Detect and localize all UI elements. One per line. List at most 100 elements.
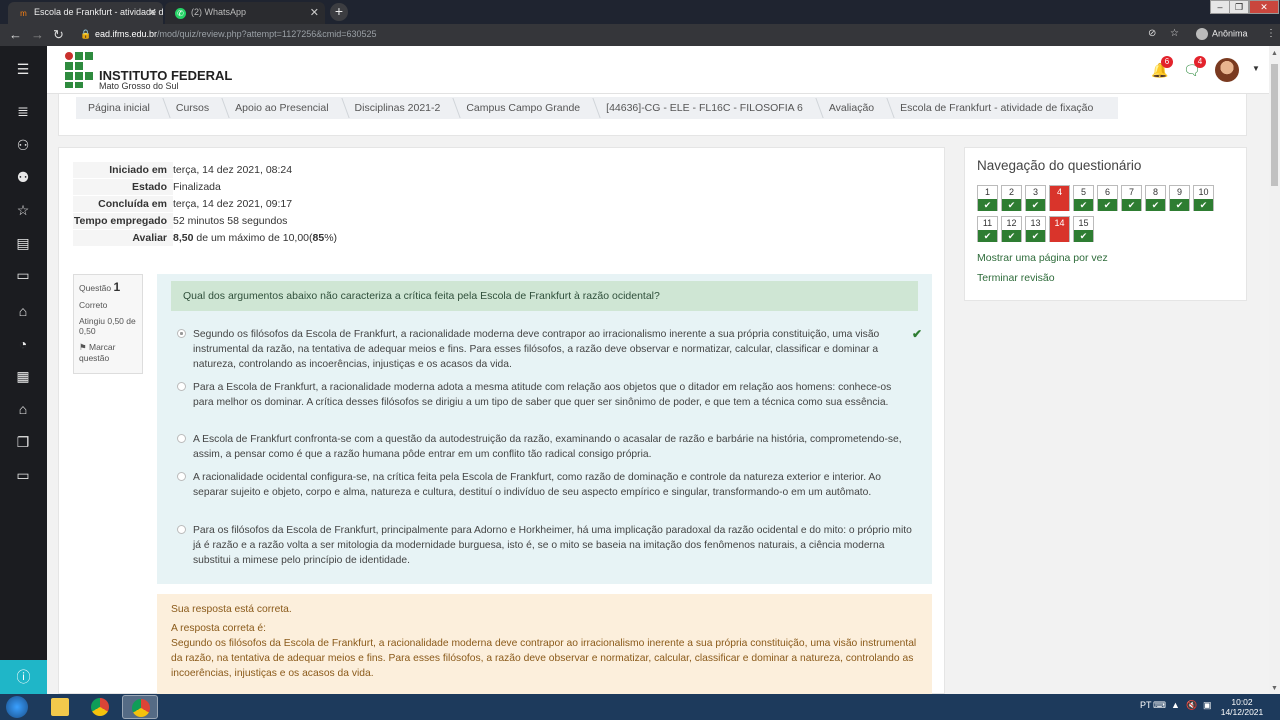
breadcrumb-item[interactable]: Campus Campo Grande [453,102,593,114]
volume-muted-icon[interactable]: 🔇 [1186,700,1197,711]
reload-icon[interactable]: ↻ [53,27,64,43]
windows-start-icon[interactable] [6,696,28,718]
show-one-page-link[interactable]: Mostrar uma página por vez [977,252,1108,264]
folder-icon[interactable]: ▭ [14,266,32,284]
question-nav-button[interactable]: 1 ✔ [977,185,998,211]
profile-button[interactable]: Anônima [1196,28,1248,40]
question-nav-button[interactable]: 10 ✔ [1193,185,1214,211]
radio-button[interactable] [177,434,186,443]
file-explorer-taskbar-button[interactable] [42,695,78,719]
lock-icon[interactable]: 🔒 [80,29,91,40]
chrome-incognito-taskbar-button[interactable] [122,695,158,719]
dashboard-icon[interactable]: ◔ [14,335,32,353]
browser-tab-active[interactable]: m Escola de Frankfurt - atividade d ✕ [8,2,163,24]
incognito-icon [1196,28,1208,40]
windows-taskbar: PT ⌨ ▲ 🔇 ▣ 10:02 14/12/2021 [0,694,1280,720]
show-hidden-icons-icon[interactable]: ▲ [1171,700,1180,710]
list-icon[interactable]: ≣ [14,102,32,120]
answer-option[interactable]: A racionalidade ocidental configura-se, … [177,470,912,500]
summary-value: Finalizada [173,178,931,196]
keyboard-icon[interactable]: ⌨ [1153,700,1166,711]
radio-button[interactable] [177,472,186,481]
avatar[interactable] [1215,58,1239,82]
radio-button-selected[interactable] [177,329,186,338]
browser-menu-icon[interactable]: ⋮ [1266,28,1276,39]
question-nav-button[interactable]: 9 ✔ [1169,185,1190,211]
question-nav-button[interactable]: 2 ✔ [1001,185,1022,211]
question-nav-button[interactable]: 5 ✔ [1073,185,1094,211]
restore-button[interactable]: ❐ [1229,0,1249,14]
breadcrumb-item[interactable]: [44636]-CG - ELE - FL16C - FILOSOFIA 6 [593,102,816,114]
scrollbar-thumb[interactable] [1271,64,1278,186]
answer-text: Segundo os filósofos da Escola de Frankf… [193,329,880,370]
hamburger-menu-icon[interactable]: ☰ [14,60,32,78]
graduation-cap-icon[interactable]: ⌂ [14,400,32,418]
tab-close-icon[interactable]: ✕ [310,6,319,19]
bookmark-star-icon[interactable]: ☆ [1170,28,1179,39]
question-nav-number: 10 [1198,187,1209,197]
folder-icon[interactable]: ▭ [14,466,32,484]
radio-button[interactable] [177,382,186,391]
address-bar: ← → ↻ 🔒 ead.ifms.edu.br/mod/quiz/review.… [0,24,1280,46]
breadcrumb-item[interactable]: Cursos [163,102,222,114]
home-icon[interactable]: ⌂ [14,302,32,320]
scroll-down-icon[interactable]: ▼ [1271,685,1278,692]
browser-tab-whatsapp[interactable]: ✆ (2) WhatsApp ✕ [165,2,325,24]
answer-text: Para os filósofos da Escola de Frankfurt… [193,525,912,566]
accessibility-button[interactable]: ⓘ [0,660,47,694]
scroll-up-icon[interactable]: ▲ [1271,50,1278,57]
page-scrollbar[interactable]: ▲ ▼ [1269,46,1280,694]
book-icon[interactable]: ▤ [14,234,32,252]
network-icon[interactable]: ▣ [1203,700,1212,711]
tab-close-icon[interactable]: ✕ [148,6,157,19]
taskbar-clock[interactable]: 10:02 14/12/2021 [1220,697,1264,717]
answer-text: A Escola de Frankfurt confronta-se com a… [193,434,902,460]
breadcrumb: Página inicial Cursos Apoio ao Presencia… [76,97,1119,119]
answer-option[interactable]: Segundo os filósofos da Escola de Frankf… [177,327,922,372]
flag-question-button[interactable]: ⚑ Marcar questão [79,342,137,363]
question-nav-button[interactable]: 3 ✔ [1025,185,1046,211]
language-indicator[interactable]: PT [1140,700,1152,710]
grade-max: de um máximo de 10,00( [193,232,313,244]
question-nav-button[interactable]: 8 ✔ [1145,185,1166,211]
question-nav-number: 2 [1008,187,1014,197]
new-tab-button[interactable]: + [330,3,348,21]
chrome-taskbar-button[interactable] [82,695,118,719]
finish-review-link[interactable]: Terminar revisão [977,272,1055,284]
minimize-button[interactable]: – [1210,0,1230,14]
folder-icon [51,698,69,716]
files-icon[interactable]: ❐ [14,433,32,451]
ifms-logo-icon[interactable] [65,52,95,88]
tab-title: Escola de Frankfurt - atividade d [34,7,163,17]
answer-option[interactable]: Para os filósofos da Escola de Frankfurt… [177,523,912,568]
breadcrumb-item[interactable]: Apoio ao Presencial [222,102,341,114]
question-nav-button[interactable]: 15 ✔ [1073,216,1094,242]
radio-button[interactable] [177,525,186,534]
correct-answer-text: Segundo os filósofos da Escola de Frankf… [171,638,917,679]
correct-check-icon: ✔ [978,230,997,242]
tracking-eye-off-icon[interactable]: ⊘ [1148,28,1156,39]
question-nav-button[interactable]: 4 [1049,185,1070,211]
breadcrumb-item[interactable]: Página inicial [88,102,163,114]
question-nav-button[interactable]: 11 ✔ [977,216,998,242]
question-nav-button[interactable]: 13 ✔ [1025,216,1046,242]
question-nav-number: 11 [982,218,993,228]
star-icon[interactable]: ☆ [14,201,32,219]
question-nav-button[interactable]: 7 ✔ [1121,185,1142,211]
chevron-down-icon[interactable]: ▼ [1252,64,1260,73]
question-nav-button[interactable]: 14 [1049,216,1070,242]
breadcrumb-item[interactable]: Escola de Frankfurt - atividade de fixaç… [887,102,1106,114]
breadcrumb-item[interactable]: Avaliação [816,102,887,114]
answer-option[interactable]: A Escola de Frankfurt confronta-se com a… [177,432,912,462]
users-icon[interactable]: ⚇ [14,136,32,154]
question-nav-button[interactable]: 12 ✔ [1001,216,1022,242]
window-close-button[interactable]: ✕ [1249,0,1279,14]
url-field[interactable]: ead.ifms.edu.br/mod/quiz/review.php?atte… [95,29,377,39]
answer-option[interactable]: Para a Escola de Frankfurt, a racionalid… [177,380,912,410]
calendar-icon[interactable]: ▦ [14,367,32,385]
question-nav-button[interactable]: 6 ✔ [1097,185,1118,211]
back-arrow-icon[interactable]: ← [9,27,22,42]
breadcrumb-item[interactable]: Disciplinas 2021-2 [342,102,454,114]
badge-icon[interactable]: ⚉ [14,168,32,186]
forward-arrow-icon[interactable]: → [31,27,44,42]
